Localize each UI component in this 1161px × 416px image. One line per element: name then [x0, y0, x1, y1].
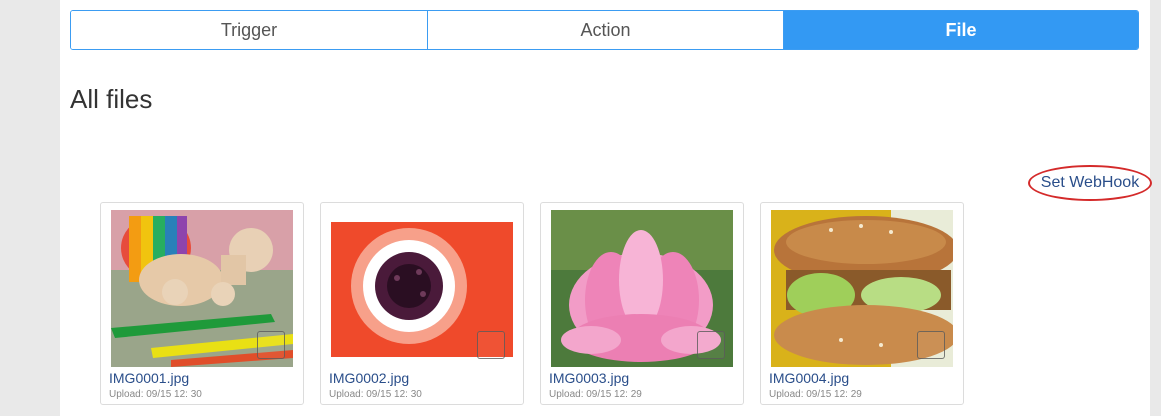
file-name[interactable]: IMG0003.jpg [549, 370, 629, 386]
upload-timestamp: Upload: 09/15 12: 30 [329, 389, 422, 400]
set-webhook-link[interactable]: Set WebHook [1041, 174, 1139, 192]
tab-bar: Trigger Action File [70, 10, 1139, 50]
tab-action[interactable]: Action [427, 11, 783, 49]
tab-file[interactable]: File [783, 11, 1138, 49]
select-checkbox[interactable] [697, 331, 725, 359]
select-checkbox[interactable] [257, 331, 285, 359]
select-checkbox[interactable] [917, 331, 945, 359]
select-checkbox[interactable] [477, 331, 505, 359]
file-card[interactable]: IMG0002.jpg Upload: 09/15 12: 30 [320, 202, 524, 405]
file-card[interactable]: IMG0001.jpg Upload: 09/15 12: 30 [100, 202, 304, 405]
upload-timestamp: Upload: 09/15 12: 30 [109, 389, 202, 400]
webhook-highlight-circle: Set WebHook [1028, 165, 1152, 201]
upload-timestamp: Upload: 09/15 12: 29 [549, 389, 642, 400]
file-name[interactable]: IMG0002.jpg [329, 370, 409, 386]
file-name[interactable]: IMG0001.jpg [109, 370, 189, 386]
upload-timestamp: Upload: 09/15 12: 29 [769, 389, 862, 400]
file-card[interactable]: IMG0003.jpg Upload: 09/15 12: 29 [540, 202, 744, 405]
file-name[interactable]: IMG0004.jpg [769, 370, 849, 386]
tab-trigger[interactable]: Trigger [71, 11, 427, 49]
page-title: All files [70, 84, 153, 114]
file-card[interactable]: IMG0004.jpg Upload: 09/15 12: 29 [760, 202, 964, 405]
